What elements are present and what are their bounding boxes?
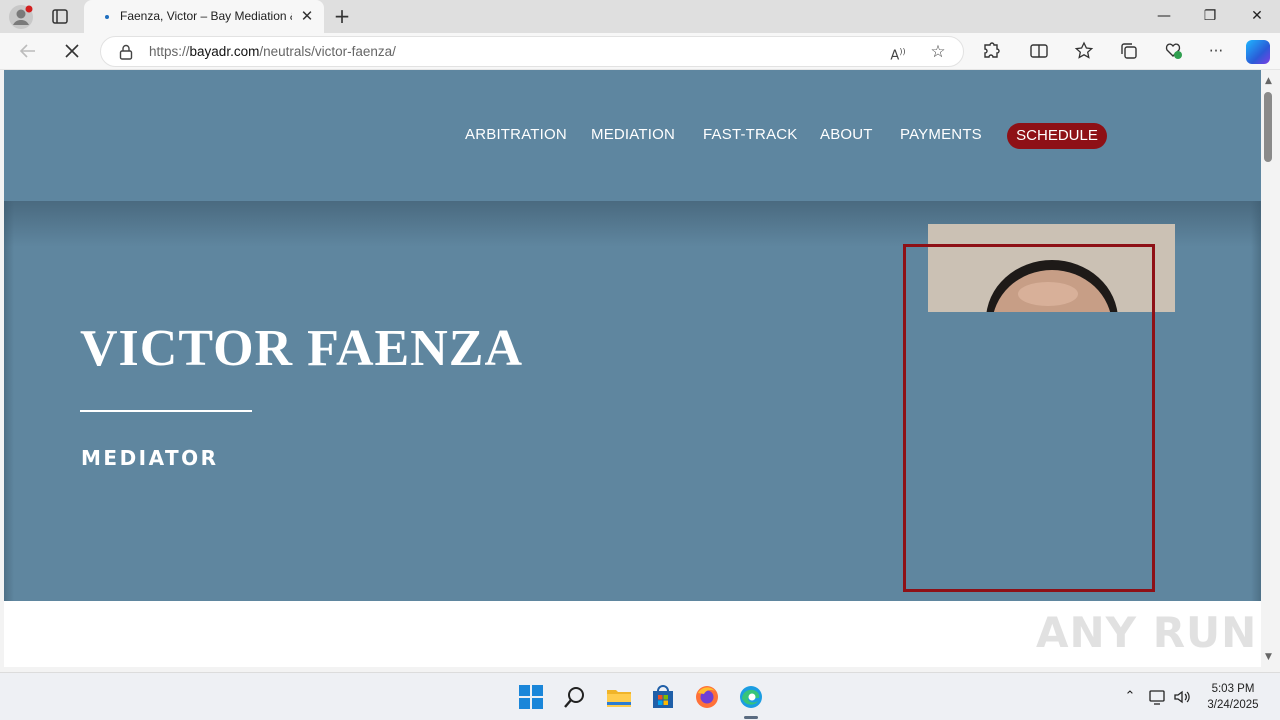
scroll-up-icon[interactable]: ▲ [1263, 76, 1274, 86]
file-explorer-icon[interactable] [605, 683, 633, 711]
chevron-up-icon[interactable]: ⌃ [1120, 687, 1140, 707]
tab-title: Faenza, Victor – Bay Mediation & [120, 9, 292, 23]
scroll-thumb[interactable] [1264, 92, 1272, 162]
web-page: ARBITRATION MEDIATION FAST-TRACK ABOUT P… [4, 70, 1261, 667]
nav-link-mediation[interactable]: MEDIATION [591, 126, 675, 146]
minimize-button[interactable]: — [1141, 0, 1187, 33]
site-header: ARBITRATION MEDIATION FAST-TRACK ABOUT P… [4, 70, 1261, 201]
browser-toolbar: https://bayadr.com/neutrals/victor-faenz… [0, 33, 1280, 70]
close-window-button[interactable]: ✕ [1234, 0, 1280, 33]
scroll-down-icon[interactable]: ▼ [1263, 652, 1274, 662]
nav-link-fast-track[interactable]: FAST-TRACK [703, 126, 798, 146]
tab-actions-icon[interactable] [46, 5, 74, 29]
page-scrollbar[interactable]: ▲ ▼ [1261, 70, 1276, 667]
copilot-icon[interactable] [1246, 40, 1270, 64]
split-screen-icon[interactable] [1027, 39, 1051, 63]
url-host: bayadr.com [189, 44, 260, 59]
neutral-role: MEDIATOR [81, 446, 219, 470]
photo-frame [903, 244, 1155, 592]
search-icon[interactable] [561, 683, 589, 711]
browser-essentials-icon[interactable] [1161, 39, 1185, 63]
edge-active-indicator [744, 716, 758, 719]
hero-divider [80, 410, 252, 412]
nav-link-arbitration[interactable]: ARBITRATION [465, 126, 567, 146]
collections-icon[interactable] [1117, 39, 1141, 63]
back-arrow-icon[interactable] [16, 39, 40, 63]
tab-strip: Faenza, Victor – Bay Mediation & ✕ + — ❐… [0, 0, 1280, 33]
hero-left-shade [4, 201, 14, 601]
star-icon[interactable]: ☆ [927, 41, 949, 63]
neutral-name: VICTOR FAENZA [80, 320, 524, 377]
windows-start-icon[interactable] [517, 683, 545, 711]
profile-icon[interactable] [8, 4, 34, 30]
url-path: /neutrals/victor-faenza/ [259, 44, 396, 59]
microsoft-store-icon[interactable] [649, 683, 677, 711]
anyrun-watermark: ANY RUN [1036, 608, 1258, 657]
tab-favicon-icon [105, 15, 109, 19]
close-icon[interactable]: ✕ [298, 7, 316, 25]
plus-icon[interactable]: + [330, 4, 354, 28]
stop-loading-icon[interactable] [60, 39, 84, 63]
url-text: https://bayadr.com/neutrals/victor-faenz… [149, 44, 396, 59]
address-bar[interactable]: https://bayadr.com/neutrals/victor-faenz… [100, 36, 964, 67]
active-tab[interactable]: Faenza, Victor – Bay Mediation & ✕ [84, 0, 324, 33]
system-clock[interactable]: 5:03 PM 3/24/2025 [1196, 681, 1270, 713]
favorites-icon[interactable] [1072, 39, 1096, 63]
clock-time: 5:03 PM [1211, 683, 1255, 695]
extensions-icon[interactable] [979, 39, 1003, 63]
nav-link-about[interactable]: ABOUT [820, 126, 873, 146]
volume-icon[interactable] [1172, 687, 1192, 707]
clock-date: 3/24/2025 [1207, 699, 1259, 711]
url-scheme: https:// [149, 44, 190, 59]
taskbar: ⌃ 5:03 PM 3/24/2025 [0, 672, 1280, 720]
hero-section: VICTOR FAENZA MEDIATOR [4, 201, 1261, 601]
more-icon[interactable]: ··· [1204, 39, 1228, 63]
nav-link-payments[interactable]: PAYMENTS [900, 126, 982, 146]
firefox-icon[interactable] [693, 683, 721, 711]
network-icon[interactable] [1148, 687, 1168, 707]
hero-right-shade [1251, 201, 1261, 601]
lock-icon[interactable] [119, 44, 133, 60]
edge-icon[interactable] [737, 683, 765, 711]
schedule-button[interactable]: SCHEDULE [1007, 123, 1107, 149]
read-aloud-icon[interactable]: A)) [887, 41, 909, 63]
restore-button[interactable]: ❐ [1187, 0, 1233, 33]
